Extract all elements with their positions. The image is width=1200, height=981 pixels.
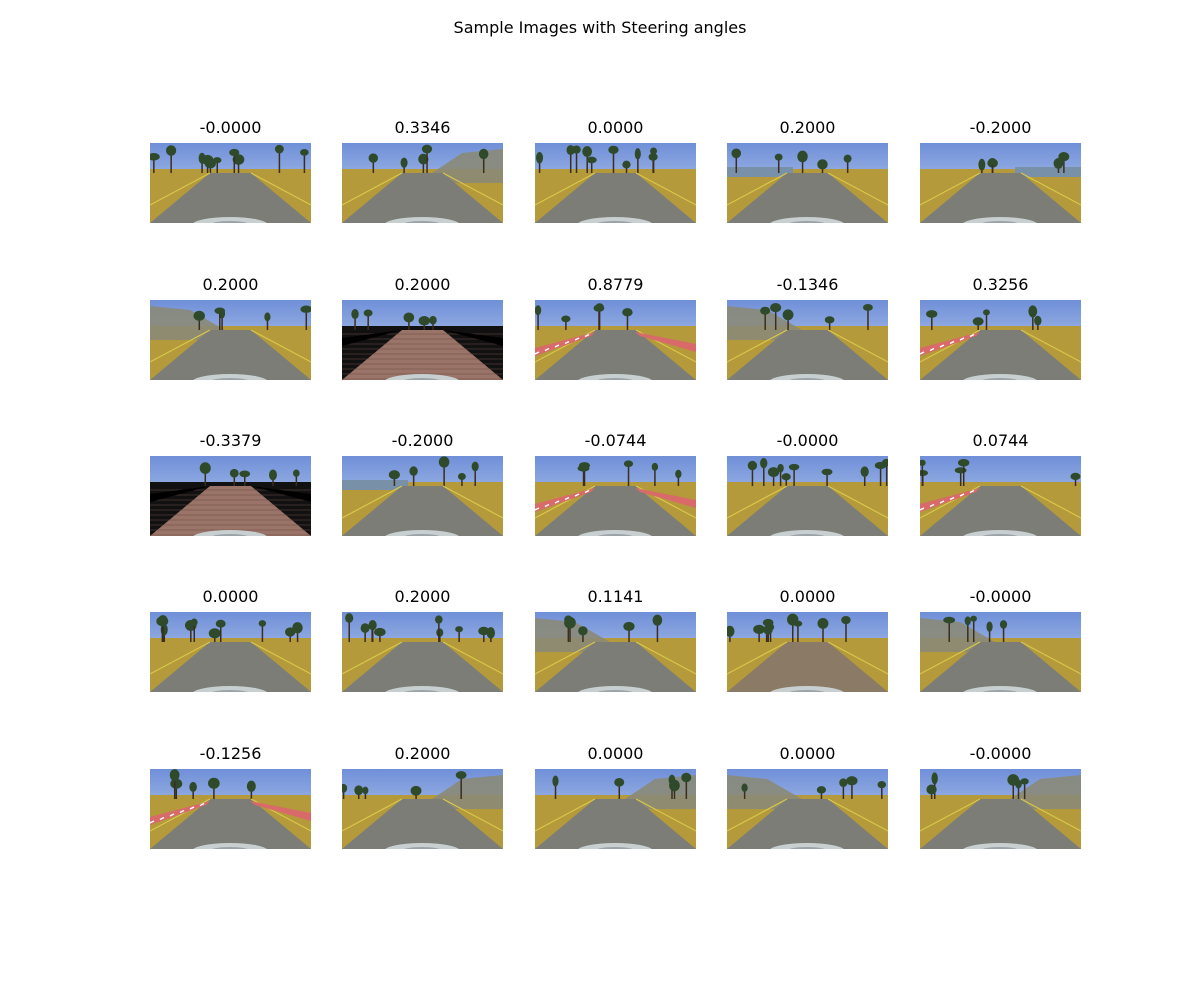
- image-panel: -0.1346: [727, 275, 888, 380]
- road-camera-image: [342, 456, 503, 536]
- image-panel: 0.0744: [920, 431, 1081, 536]
- road-camera-image: [535, 769, 696, 849]
- road-camera-image: [727, 769, 888, 849]
- road-camera-image: [920, 300, 1081, 380]
- steering-angle-label: 0.8779: [587, 275, 644, 294]
- image-panel: 0.2000: [727, 118, 888, 223]
- road-camera-image: [342, 143, 503, 223]
- steering-angle-label: 0.3346: [394, 118, 451, 137]
- road-camera-image: [535, 143, 696, 223]
- road-camera-image: [150, 769, 311, 849]
- steering-angle-label: 0.1141: [587, 587, 644, 606]
- steering-angle-label: -0.0000: [969, 587, 1032, 606]
- image-panel: -0.3379: [150, 431, 311, 536]
- steering-angle-label: 0.2000: [202, 275, 259, 294]
- image-panel: 0.3256: [920, 275, 1081, 380]
- steering-angle-label: -0.2000: [391, 431, 454, 450]
- steering-angle-label: 0.0000: [587, 118, 644, 137]
- road-camera-image: [535, 300, 696, 380]
- steering-angle-label: 0.2000: [394, 275, 451, 294]
- steering-angle-label: -0.0744: [584, 431, 647, 450]
- steering-angle-label: -0.2000: [969, 118, 1032, 137]
- road-camera-image: [727, 143, 888, 223]
- image-panel: 0.0000: [727, 744, 888, 849]
- road-camera-image: [342, 612, 503, 692]
- road-camera-image: [535, 612, 696, 692]
- image-panel: 0.0000: [535, 118, 696, 223]
- image-panel: 0.2000: [342, 275, 503, 380]
- steering-angle-label: -0.1256: [199, 744, 262, 763]
- image-panel: -0.2000: [920, 118, 1081, 223]
- road-camera-image: [920, 143, 1081, 223]
- image-panel: 0.0000: [535, 744, 696, 849]
- steering-angle-label: -0.0000: [776, 431, 839, 450]
- road-camera-image: [150, 456, 311, 536]
- steering-angle-label: 0.0000: [779, 587, 836, 606]
- road-camera-image: [727, 612, 888, 692]
- image-panel: -0.0744: [535, 431, 696, 536]
- steering-angle-label: -0.3379: [199, 431, 262, 450]
- steering-angle-label: 0.0000: [779, 744, 836, 763]
- image-panel: 0.0000: [727, 587, 888, 692]
- steering-angle-label: 0.2000: [394, 744, 451, 763]
- image-panel: -0.2000: [342, 431, 503, 536]
- image-panel: 0.3346: [342, 118, 503, 223]
- steering-angle-label: -0.1346: [776, 275, 839, 294]
- steering-angle-label: 0.0000: [202, 587, 259, 606]
- road-camera-image: [727, 300, 888, 380]
- steering-angle-label: 0.0744: [972, 431, 1029, 450]
- road-camera-image: [920, 612, 1081, 692]
- image-panel: 0.2000: [150, 275, 311, 380]
- image-panel: 0.2000: [342, 744, 503, 849]
- steering-angle-label: 0.2000: [394, 587, 451, 606]
- image-grid: -0.0000 0.3346 0.0000 0.2000 -0.2000 0.2000 0.…: [0, 0, 1200, 981]
- image-panel: -0.0000: [920, 744, 1081, 849]
- steering-angle-label: 0.3256: [972, 275, 1029, 294]
- steering-angle-label: 0.0000: [587, 744, 644, 763]
- image-panel: -0.0000: [920, 587, 1081, 692]
- road-camera-image: [342, 769, 503, 849]
- road-camera-image: [535, 456, 696, 536]
- steering-angle-label: -0.0000: [199, 118, 262, 137]
- image-panel: -0.0000: [150, 118, 311, 223]
- road-camera-image: [727, 456, 888, 536]
- road-camera-image: [920, 456, 1081, 536]
- road-camera-image: [150, 143, 311, 223]
- road-camera-image: [920, 769, 1081, 849]
- image-panel: 0.0000: [150, 587, 311, 692]
- road-camera-image: [150, 300, 311, 380]
- image-panel: -0.1256: [150, 744, 311, 849]
- image-panel: 0.2000: [342, 587, 503, 692]
- image-panel: 0.1141: [535, 587, 696, 692]
- image-panel: 0.8779: [535, 275, 696, 380]
- steering-angle-label: 0.2000: [779, 118, 836, 137]
- image-panel: -0.0000: [727, 431, 888, 536]
- steering-angle-label: -0.0000: [969, 744, 1032, 763]
- road-camera-image: [150, 612, 311, 692]
- road-camera-image: [342, 300, 503, 380]
